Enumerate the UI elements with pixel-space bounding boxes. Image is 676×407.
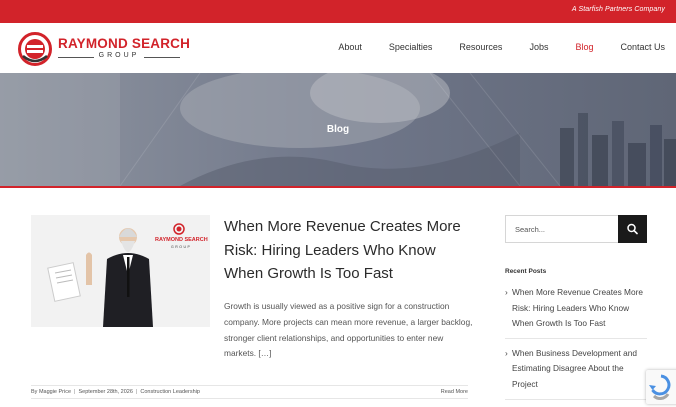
- post-meta-info: By Maggie Price | September 28th, 2026 | Con…: [31, 389, 200, 395]
- hero-title: Blog: [326, 124, 350, 135]
- recent-post-item[interactable]: › When More Revenue Creates More Risk: H…: [505, 285, 647, 339]
- logo-sub: GROUP: [58, 52, 180, 62]
- post-category[interactable]: Construction Leadership: [140, 389, 200, 395]
- meta-separator: |: [74, 389, 76, 395]
- hero-banner: Blog: [0, 73, 676, 186]
- sidebar-search: [505, 215, 647, 243]
- logo-mark-icon: [18, 32, 52, 66]
- post-meta: By Maggie Price | September 28th, 2026 | Con…: [31, 385, 468, 399]
- search-button[interactable]: [618, 215, 647, 243]
- recent-post-link[interactable]: When More Revenue Creates More Risk: Hir…: [512, 287, 643, 328]
- post-title[interactable]: When More Revenue Creates More Risk: Hir…: [224, 215, 474, 286]
- meta-separator: |: [135, 389, 138, 395]
- recent-post-link[interactable]: When Business Development and Estimating…: [512, 348, 637, 389]
- recaptcha-badge[interactable]: [646, 370, 676, 404]
- post-thumbnail[interactable]: RAYMOND SEARCH GROUP: [31, 215, 210, 327]
- logo-rule-right: [144, 57, 180, 58]
- nav-blog[interactable]: Blog: [575, 42, 593, 52]
- site-header: RAYMOND SEARCH GROUP About Specialties R…: [0, 23, 676, 73]
- post-date: September 28th, 2026: [78, 389, 133, 395]
- post-thumbnail-image: [31, 215, 210, 327]
- nav-specialties[interactable]: Specialties: [389, 42, 433, 52]
- read-more-link[interactable]: Read More: [441, 389, 468, 395]
- nav-about[interactable]: About: [338, 42, 362, 52]
- nav-jobs[interactable]: Jobs: [529, 42, 548, 52]
- thumb-logo-sub: GROUP: [171, 245, 192, 249]
- chevron-right-icon: ›: [505, 347, 508, 358]
- recent-posts-heading: Recent Posts: [505, 268, 547, 275]
- recent-posts-list: › When More Revenue Creates More Risk: H…: [505, 285, 647, 407]
- top-bar: A Starfish Partners Company: [0, 0, 676, 23]
- search-icon: [627, 223, 638, 235]
- recaptcha-icon: [649, 374, 671, 400]
- post-excerpt: Growth is usually viewed as a positive s…: [224, 301, 473, 359]
- tagline: A Starfish Partners Company: [571, 6, 665, 13]
- hero-red-border: [0, 186, 676, 188]
- recent-post-item[interactable]: › When Business Development and Estimati…: [505, 346, 647, 400]
- search-input[interactable]: [506, 216, 620, 242]
- main-nav: About Specialties Resources Jobs Blog Co…: [311, 42, 665, 52]
- nav-contact-us[interactable]: Contact Us: [620, 42, 665, 52]
- thumb-logo-name: RAYMOND SEARCH: [155, 237, 208, 243]
- logo-name: RAYMOND SEARCH: [58, 36, 191, 51]
- nav-resources[interactable]: Resources: [459, 42, 502, 52]
- post-author[interactable]: By Maggie Price: [31, 389, 71, 395]
- chevron-right-icon: ›: [505, 287, 508, 297]
- site-logo[interactable]: RAYMOND SEARCH GROUP: [18, 32, 191, 66]
